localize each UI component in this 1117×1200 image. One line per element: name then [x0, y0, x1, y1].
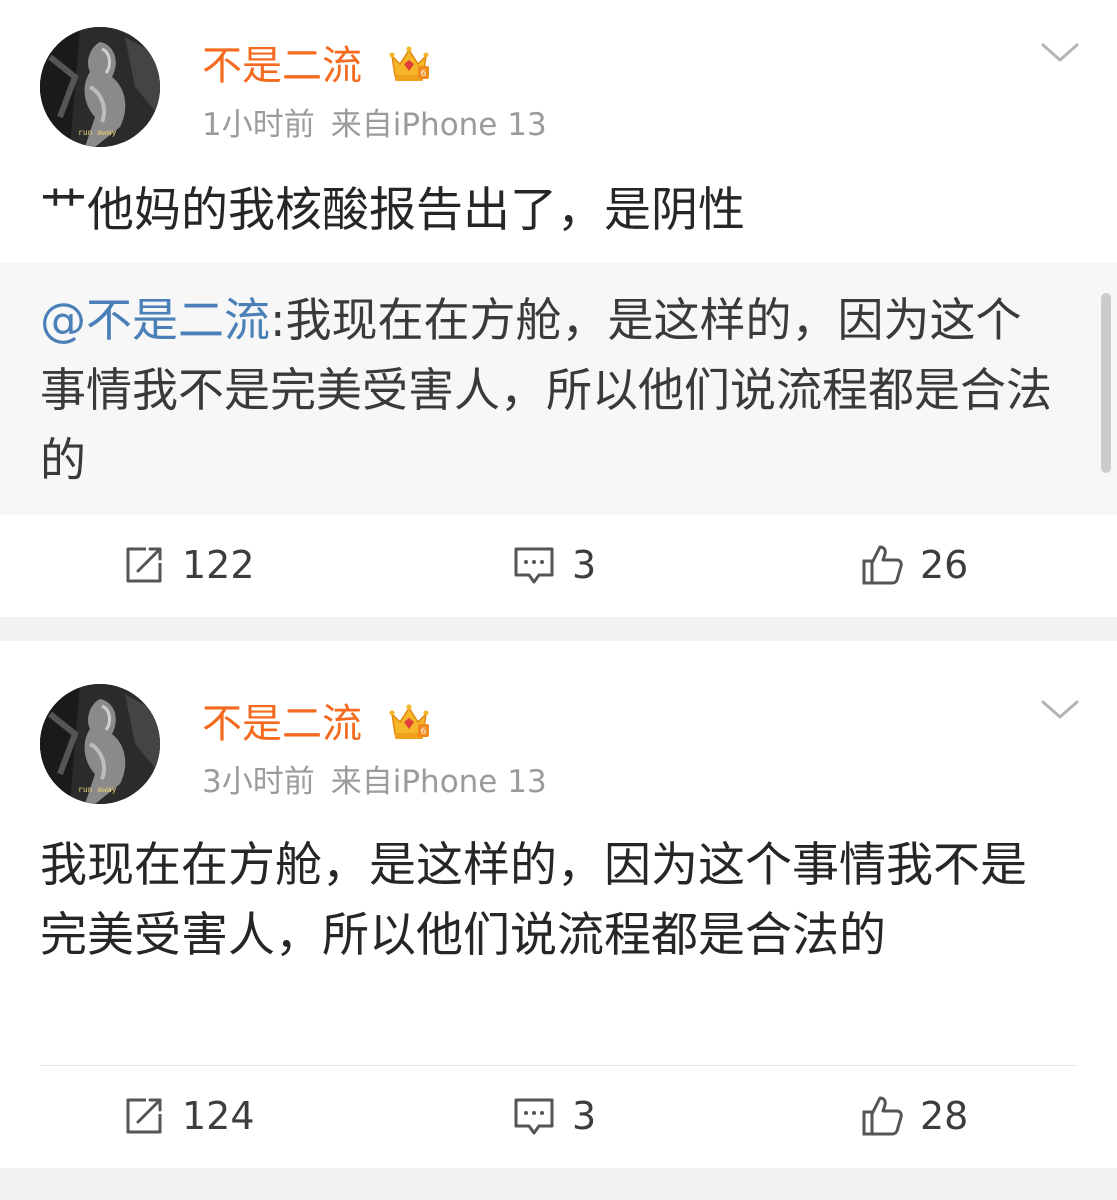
avatar-caption: run away	[78, 128, 117, 137]
chevron-down-icon[interactable]	[1040, 697, 1080, 723]
repost-count: 122	[182, 543, 255, 587]
action-bar: 124 3 28	[0, 1076, 1117, 1156]
action-bar: 122 3 26	[0, 525, 1117, 605]
comment-count: 3	[572, 1094, 597, 1138]
like-icon	[862, 545, 903, 585]
post-text: 我现在在方舱，是这样的，因为这个事情我不是完美受害人，所以他们说流程都是合法的	[40, 838, 1027, 963]
avatar-caption: run away	[78, 785, 117, 794]
repost-mention[interactable]: @不是二流	[40, 293, 270, 347]
post-source: 来自iPhone 13	[330, 764, 547, 800]
post-card: run away 不是二流 6 1小时前 来自iPhone 13 艹他妈的我核酸报…	[0, 0, 1117, 617]
post-card: run away 不是二流 6 3小时前 来自iPhone 13 我现在在方舱，是…	[0, 641, 1117, 1168]
like-count: 26	[920, 543, 969, 587]
repost-separator: :	[270, 293, 286, 347]
vip-crown-icon: 6	[388, 44, 430, 84]
post-meta: 3小时前 来自iPhone 13	[202, 767, 547, 798]
repost-text: @不是二流:我现在在方舱，是这样的，因为这个事情我不是完美受害人，所以他们说流程…	[40, 285, 1060, 495]
like-button[interactable]: 28	[860, 1076, 968, 1156]
divider	[40, 1065, 1077, 1066]
like-count: 28	[920, 1094, 969, 1138]
repost-button[interactable]: 124	[122, 1076, 255, 1156]
svg-text:6: 6	[421, 69, 427, 79]
avatar[interactable]: run away	[40, 684, 160, 804]
like-icon	[862, 1096, 903, 1136]
post-time: 1小时前	[202, 107, 315, 143]
like-button[interactable]: 26	[860, 525, 968, 605]
weibo-feed: run away 不是二流 6 1小时前 来自iPhone 13 艹他妈的我核酸报…	[0, 0, 1117, 1200]
repost-icon	[126, 547, 162, 583]
repost-button[interactable]: 122	[122, 525, 255, 605]
svg-text:6: 6	[421, 727, 427, 737]
comment-button[interactable]: 3	[512, 1076, 596, 1156]
post-source: 来自iPhone 13	[330, 107, 547, 143]
scrollbar[interactable]	[1101, 293, 1111, 473]
vip-crown-icon: 6	[388, 702, 430, 742]
post-time: 3小时前	[202, 764, 315, 800]
repost-icon	[126, 1098, 162, 1134]
comment-icon	[514, 547, 554, 584]
comment-button[interactable]: 3	[512, 525, 596, 605]
post-meta: 1小时前 来自iPhone 13	[202, 110, 547, 141]
repost-count: 124	[182, 1094, 255, 1138]
chevron-down-icon[interactable]	[1040, 40, 1080, 66]
repost-block[interactable]: @不是二流:我现在在方舱，是这样的，因为这个事情我不是完美受害人，所以他们说流程…	[0, 263, 1117, 515]
avatar[interactable]: run away	[40, 27, 160, 147]
comment-icon	[514, 1098, 554, 1135]
comment-count: 3	[572, 543, 597, 587]
username[interactable]: 不是二流	[202, 46, 362, 86]
username[interactable]: 不是二流	[202, 704, 362, 744]
post-text: 艹他妈的我核酸报告出了，是阴性	[40, 183, 745, 238]
